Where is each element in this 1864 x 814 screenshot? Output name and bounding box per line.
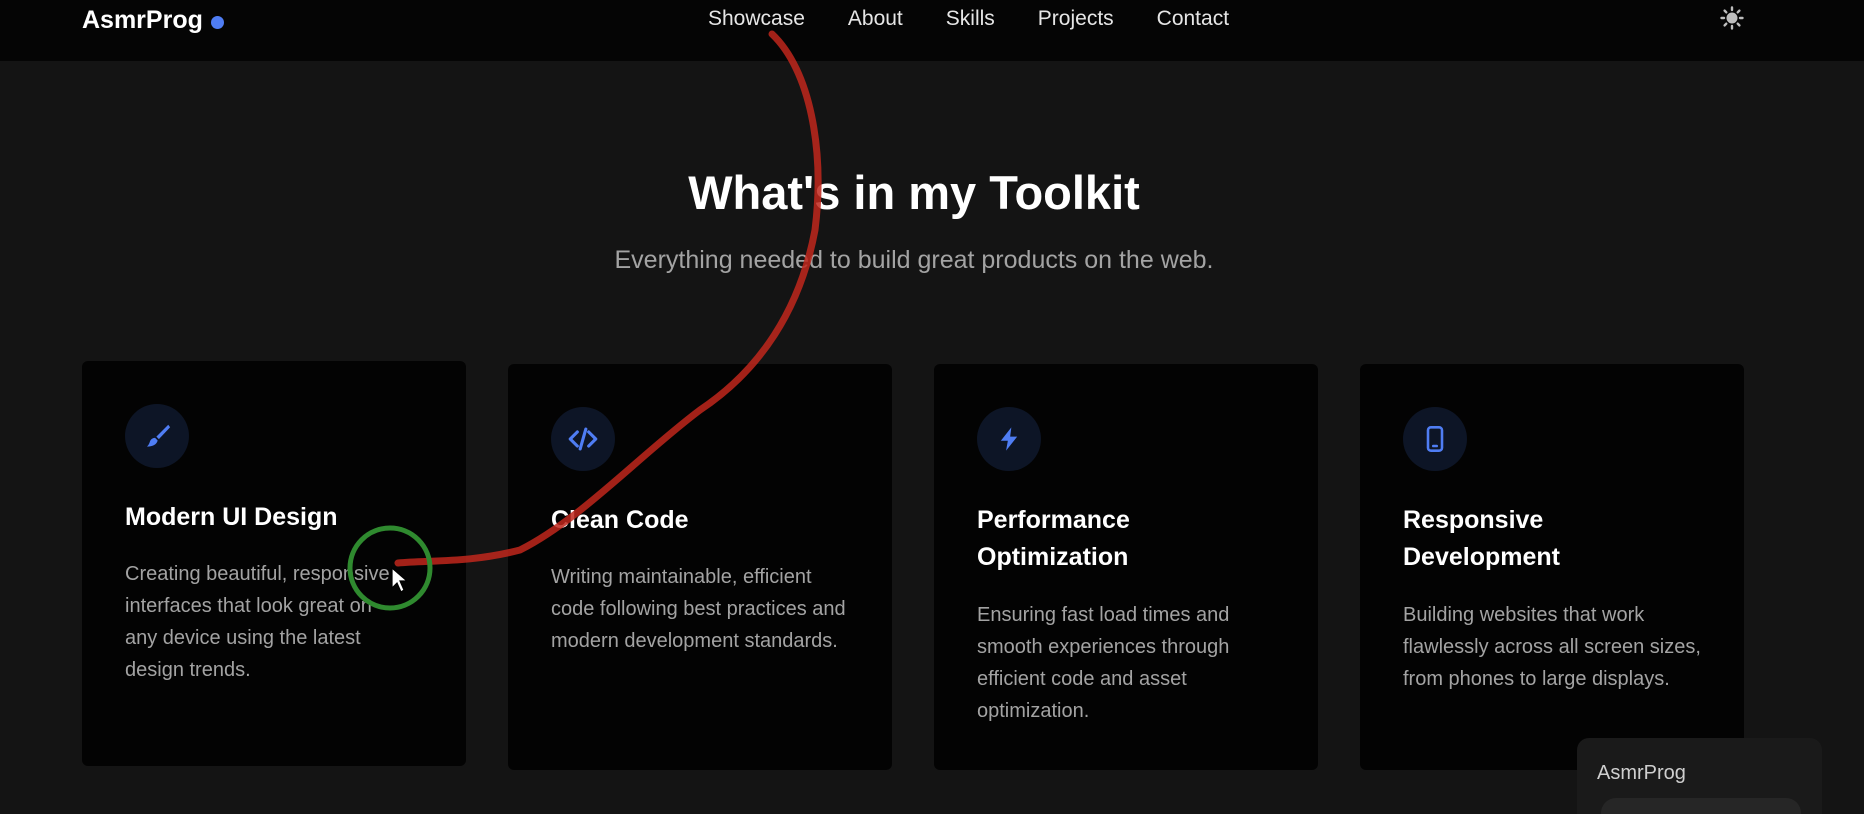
card-icon-wrap: [125, 404, 189, 468]
toolkit-card-clean-code: Clean Code Writing maintainable, efficie…: [508, 364, 892, 770]
brand-logo[interactable]: AsmrProg: [82, 6, 224, 35]
lightning-bolt-icon: [1000, 427, 1018, 451]
paintbrush-icon: [147, 424, 171, 447]
toolkit-card-performance: Performance Optimization Ensuring fast l…: [934, 364, 1318, 770]
chat-widget-button[interactable]: [1601, 798, 1801, 814]
card-title: Clean Code: [551, 506, 689, 534]
code-icon: [568, 427, 598, 451]
card-description: Building websites that work flawlessly a…: [1403, 604, 1701, 690]
card-icon-wrap: [1403, 407, 1467, 471]
card-icon-wrap: [977, 407, 1041, 471]
nav-link-skills[interactable]: Skills: [946, 7, 995, 31]
section-title: What's in my Toolkit: [688, 166, 1140, 219]
brand-name: AsmrProg: [82, 6, 203, 34]
theme-toggle-button[interactable]: [1720, 6, 1744, 30]
sun-icon: [1720, 6, 1744, 30]
nav-link-projects[interactable]: Projects: [1038, 7, 1114, 31]
chat-widget-label: AsmrProg: [1597, 762, 1686, 784]
card-title: Performance Optimization: [977, 506, 1130, 571]
card-description: Writing maintainable, efficient code fol…: [551, 566, 846, 652]
navbar: AsmrProg Showcase About Skills Projects …: [0, 0, 1864, 61]
card-description: Ensuring fast load times and smooth expe…: [977, 604, 1230, 722]
toolkit-card-modern-ui: Modern UI Design Creating beautiful, res…: [82, 361, 466, 766]
nav-links: Showcase About Skills Projects Contact: [708, 7, 1229, 31]
mobile-phone-icon: [1426, 426, 1444, 452]
card-icon-wrap: [551, 407, 615, 471]
brand-dot: [210, 15, 224, 29]
section-subtitle: Everything needed to build great product…: [614, 246, 1214, 274]
nav-link-about[interactable]: About: [848, 7, 903, 31]
toolkit-card-responsive: Responsive Development Building websites…: [1360, 364, 1744, 770]
card-title: Modern UI Design: [125, 503, 338, 531]
nav-link-showcase[interactable]: Showcase: [708, 7, 805, 31]
chat-widget[interactable]: AsmrProg: [1577, 738, 1822, 814]
card-description: Creating beautiful, responsive interface…: [125, 563, 390, 681]
nav-link-contact[interactable]: Contact: [1157, 7, 1229, 31]
card-title: Responsive Development: [1403, 506, 1560, 571]
